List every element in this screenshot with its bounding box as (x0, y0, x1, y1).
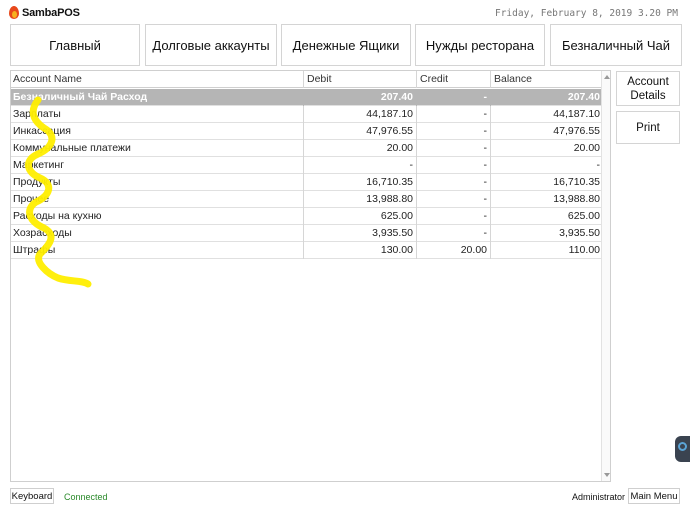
tab-denezhnye-yashchiki[interactable]: Денежные Ящики (281, 24, 411, 66)
credit-cell: 20.00 (460, 244, 487, 256)
account-name-cell: Коммунальные платежи (13, 142, 131, 154)
debit-cell: 16,710.35 (366, 176, 413, 188)
scroll-down-icon[interactable] (604, 473, 610, 477)
main-menu-button[interactable]: Main Menu (628, 488, 680, 504)
debit-cell: 47,976.55 (366, 125, 413, 137)
table-row[interactable]: Маркетинг - - - (11, 157, 602, 174)
account-name-cell: Зарплаты (13, 108, 61, 120)
credit-cell: - (483, 227, 488, 239)
print-button[interactable]: Print (616, 111, 680, 144)
balance-cell: 207.40 (567, 91, 600, 103)
credit-cell: - (483, 193, 488, 205)
balance-cell: 47,976.55 (553, 125, 600, 137)
header-bar: SambaPOS Friday, February 8, 2019 3.20 P… (0, 0, 690, 24)
tab-beznalichny-chai[interactable]: Безналичный Чай (550, 24, 682, 66)
account-name-cell: Расходы на кухню (13, 210, 102, 222)
balance-cell: 13,988.80 (553, 193, 600, 205)
balance-cell: 20.00 (573, 142, 600, 154)
balance-cell: - (596, 159, 601, 171)
table-row[interactable]: Безналичный Чай Расход 207.40 - 207.40 (11, 89, 602, 106)
column-header-credit[interactable]: Credit (417, 71, 489, 88)
debit-cell: 44,187.10 (366, 108, 413, 120)
table-scrollbar[interactable] (601, 71, 610, 481)
debit-cell: 130.00 (380, 244, 413, 256)
table-row[interactable]: Прочее 13,988.80 - 13,988.80 (11, 191, 602, 208)
account-name-cell: Штрафы (13, 244, 56, 256)
account-name-cell: Продукты (13, 176, 61, 188)
scroll-up-icon[interactable] (604, 75, 610, 79)
accounts-table: Account Name Debit Credit Balance Безнал… (10, 70, 611, 482)
debit-cell: - (409, 159, 414, 171)
account-category-bar: Главный Долговые аккаунты Денежные Ящики… (10, 24, 682, 66)
table-row[interactable]: Продукты 16,710.35 - 16,710.35 (11, 174, 602, 191)
credit-cell: - (483, 159, 488, 171)
credit-cell: - (483, 91, 488, 103)
table-row[interactable]: Штрафы 130.00 20.00 110.00 (11, 242, 602, 259)
debit-cell: 625.00 (380, 210, 413, 222)
credit-cell: - (483, 142, 488, 154)
table-header-row: Account Name Debit Credit Balance (11, 71, 602, 88)
table-row[interactable]: Коммунальные платежи 20.00 - 20.00 (11, 140, 602, 157)
balance-cell: 110.00 (568, 244, 600, 256)
account-name-cell: Прочее (13, 193, 50, 205)
column-header-account-name[interactable]: Account Name (11, 71, 301, 88)
debit-cell: 20.00 (386, 142, 413, 154)
account-name-cell: Безналичный Чай Расход (13, 91, 148, 103)
app-logo: SambaPOS (8, 6, 80, 20)
balance-cell: 16,710.35 (553, 176, 600, 188)
tab-glavny[interactable]: Главный (10, 24, 140, 66)
tab-nuzhdy-restorana[interactable]: Нужды ресторана (415, 24, 545, 66)
table-row[interactable]: Зарплаты 44,187.10 - 44,187.10 (11, 106, 602, 123)
debit-cell: 13,988.80 (366, 193, 413, 205)
account-name-cell: Маркетинг (13, 159, 65, 171)
sambapos-flame-icon (8, 6, 20, 20)
table-row[interactable]: Расходы на кухню 625.00 - 625.00 (11, 208, 602, 225)
account-name-cell: Инкассация (13, 125, 71, 137)
app-name: SambaPOS (22, 7, 80, 19)
connection-status: Connected (64, 492, 108, 502)
datetime-display: Friday, February 8, 2019 3.20 PM (494, 8, 678, 19)
current-user: Administrator (572, 492, 626, 502)
column-header-balance[interactable]: Balance (491, 71, 602, 88)
credit-cell: - (483, 176, 488, 188)
credit-cell: - (483, 210, 488, 222)
keyboard-button[interactable]: Keyboard (10, 488, 54, 504)
balance-cell: 625.00 (567, 210, 600, 222)
debit-cell: 207.40 (380, 91, 413, 103)
side-widget-handle[interactable] (675, 436, 690, 462)
balance-cell: 3,935.50 (559, 227, 600, 239)
account-details-button[interactable]: Account Details (616, 71, 680, 106)
table-row[interactable]: Инкассация 47,976.55 - 47,976.55 (11, 123, 602, 140)
tab-dolgovye-akkaunty[interactable]: Долговые аккаунты (145, 24, 277, 66)
column-header-debit[interactable]: Debit (304, 71, 415, 88)
balance-cell: 44,187.10 (553, 108, 600, 120)
widget-ring-icon (678, 442, 687, 451)
account-name-cell: Хозрасходы (13, 227, 72, 239)
table-row[interactable]: Хозрасходы 3,935.50 - 3,935.50 (11, 225, 602, 242)
credit-cell: - (483, 108, 488, 120)
credit-cell: - (483, 125, 488, 137)
debit-cell: 3,935.50 (372, 227, 413, 239)
